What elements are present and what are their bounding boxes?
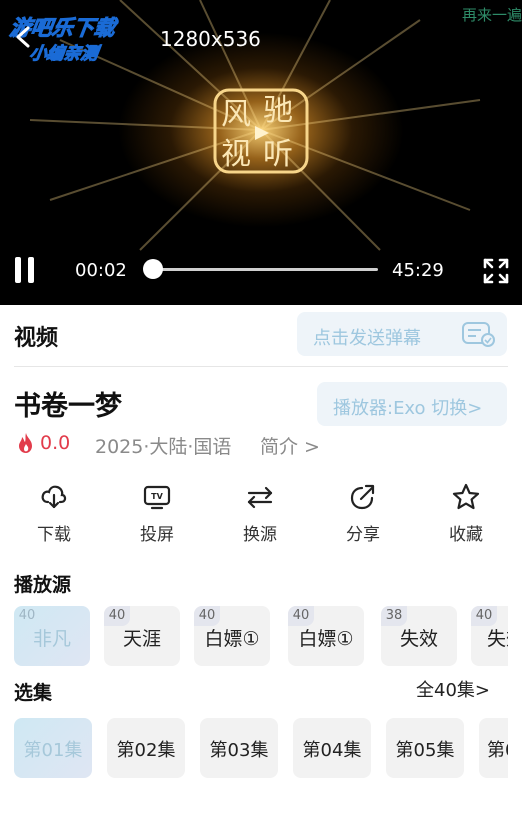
current-time: 00:02 [75, 260, 127, 281]
replay-link[interactable]: 再来一遍 [462, 4, 522, 25]
total-time: 45:29 [392, 260, 444, 281]
source-name: 失效 [399, 628, 438, 650]
episode-label: 第05集 [395, 740, 455, 761]
source-chip[interactable]: 40 失效 [471, 606, 508, 666]
episode-label: 第04集 [302, 740, 362, 761]
episodes-heading: 选集 [14, 682, 53, 704]
share-label: 分享 [346, 525, 380, 545]
cast-button[interactable]: TV 投屏 [117, 482, 197, 546]
video-player[interactable]: 风 驰 视 听 游吧乐下载 小编亲测 1280x536 再来一遍 00:02 4… [0, 0, 522, 305]
share-icon [350, 484, 375, 510]
cast-label: 投屏 [140, 525, 174, 545]
watermark-line2: 小编亲测 [28, 44, 100, 65]
download-icon [41, 485, 67, 509]
seek-bar[interactable] [152, 268, 378, 271]
divider [14, 366, 508, 367]
source-chip[interactable]: 38 失效 [381, 606, 457, 666]
svg-text:风: 风 [221, 97, 251, 132]
episode-list: 第01集 第02集 第03集 第04集 第05集 第06集 [14, 718, 508, 780]
episode-chip[interactable]: 第02集 [107, 718, 185, 778]
svg-text:听: 听 [263, 137, 293, 172]
episode-label: 第02集 [116, 740, 176, 761]
source-name: 天涯 [122, 628, 161, 650]
episode-chip[interactable]: 第01集 [14, 718, 92, 778]
source-count-badge: 38 [381, 606, 407, 626]
episode-label: 第06集 [487, 740, 508, 761]
switch-source-icon [247, 486, 273, 509]
source-count-badge: 40 [471, 606, 497, 626]
source-list: 40 非凡 40 天涯 40 白嫖① 40 白嫖① 38 失效 40 失效 [14, 606, 508, 668]
download-button[interactable]: 下载 [14, 482, 94, 546]
danmaku-placeholder: 点击发送弹幕 [313, 328, 421, 349]
tv-cast-icon: TV [143, 485, 171, 510]
back-arrow-icon[interactable] [14, 26, 34, 48]
source-name: 白嫖① [204, 628, 260, 650]
pause-icon[interactable] [12, 255, 38, 285]
episode-chip[interactable]: 第05集 [386, 718, 464, 778]
danmaku-send-button[interactable]: 点击发送弹幕 [297, 312, 507, 356]
download-label: 下载 [37, 525, 71, 545]
episode-chip[interactable]: 第06集 [479, 718, 508, 778]
episode-label: 第01集 [23, 740, 83, 761]
rating-score: 0.0 [40, 432, 71, 454]
fire-icon [19, 433, 32, 453]
player-switch-button[interactable]: 播放器:Exo 切换> [317, 382, 507, 426]
fullscreen-icon[interactable] [482, 257, 510, 285]
switch-source-button[interactable]: 换源 [220, 482, 300, 546]
source-count-badge: 40 [104, 606, 130, 626]
source-chip[interactable]: 40 白嫖① [194, 606, 270, 666]
star-icon [452, 483, 480, 510]
video-section-title: 视频 [14, 326, 59, 351]
source-chip[interactable]: 40 天涯 [104, 606, 180, 666]
all-episodes-link[interactable]: 全40集> [416, 676, 490, 702]
episode-label: 第03集 [209, 740, 269, 761]
share-button[interactable]: 分享 [323, 482, 403, 546]
source-name: 白嫖① [298, 628, 354, 650]
episode-chip[interactable]: 第04集 [293, 718, 371, 778]
channel-logo-seal: 风 驰 视 听 [213, 88, 309, 174]
show-meta: 2025·大陆·国语 [95, 436, 232, 458]
sources-heading: 播放源 [14, 574, 72, 596]
intro-link[interactable]: 简介 > [260, 432, 320, 459]
source-chip[interactable]: 40 白嫖① [288, 606, 364, 666]
seek-handle[interactable] [143, 259, 163, 279]
favorite-button[interactable]: 收藏 [426, 482, 506, 546]
svg-text:视: 视 [221, 137, 251, 172]
source-count-badge: 40 [194, 606, 220, 626]
source-name: 失效 [487, 628, 508, 650]
source-chip[interactable]: 40 非凡 [14, 606, 90, 666]
episode-chip[interactable]: 第03集 [200, 718, 278, 778]
source-count-badge: 40 [288, 606, 314, 626]
source-name: 非凡 [32, 628, 71, 650]
svg-text:驰: 驰 [263, 93, 293, 128]
switch-source-label: 换源 [243, 525, 277, 545]
player-switch-label: 播放器:Exo 切换> [333, 398, 483, 419]
source-count-badge: 40 [18, 608, 36, 623]
resolution-label: 1280x536 [160, 27, 261, 51]
favorite-label: 收藏 [449, 525, 483, 545]
svg-text:TV: TV [151, 492, 163, 501]
danmaku-settings-icon[interactable] [461, 321, 497, 347]
show-title: 书卷一梦 [14, 391, 122, 422]
